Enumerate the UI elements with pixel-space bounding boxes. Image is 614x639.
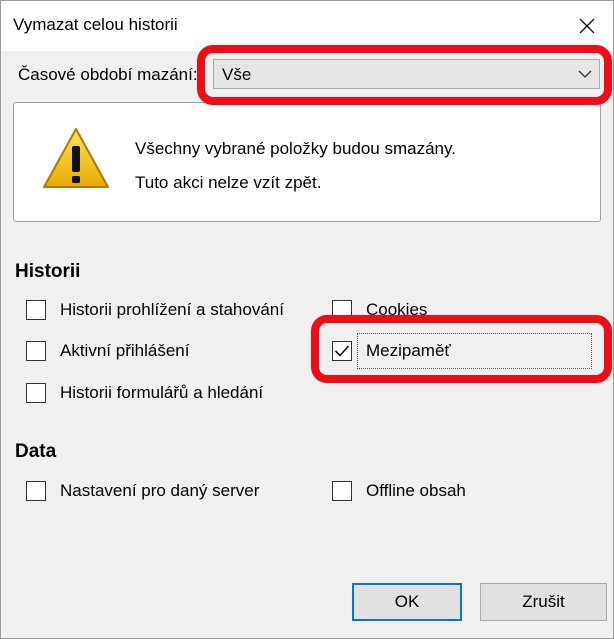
checkbox-box[interactable]	[26, 341, 46, 361]
checkbox-browsing-download-history[interactable]: Historii prohlížení a stahování	[26, 300, 284, 320]
checkbox-active-logins[interactable]: Aktivní přihlášení	[26, 341, 189, 361]
close-button[interactable]	[569, 9, 605, 43]
checkbox-box[interactable]	[332, 300, 352, 320]
data-heading: Data	[15, 441, 57, 462]
clear-history-dialog: Vymazat celou historii Časové období maz…	[0, 0, 614, 639]
warning-panel: Všechny vybrané položky budou smazány. T…	[13, 102, 601, 222]
checkbox-label: Offline obsah	[366, 481, 466, 500]
checkbox-box-checked[interactable]	[332, 341, 352, 361]
cancel-button[interactable]: Zrušit	[480, 583, 607, 621]
checkbox-cookies[interactable]: Cookies	[332, 300, 427, 320]
checkbox-label: Cookies	[366, 300, 428, 319]
close-icon	[579, 18, 595, 34]
checkbox-box[interactable]	[26, 300, 46, 320]
checkbox-label: Aktivní přihlášení	[60, 341, 190, 360]
checkmark-icon	[334, 345, 350, 357]
title-bar: Vymazat celou historii	[1, 1, 613, 51]
checkbox-label: Historii prohlížení a stahování	[60, 300, 284, 319]
checkbox-box[interactable]	[332, 481, 352, 501]
dialog-title: Vymazat celou historii	[13, 15, 178, 34]
checkbox-label: Mezipaměť	[366, 341, 451, 360]
checkbox-box[interactable]	[26, 481, 46, 501]
checkbox-box[interactable]	[26, 383, 46, 403]
checkbox-form-search-history[interactable]: Historii formulářů a hledání	[26, 383, 263, 403]
time-range-value: Vše	[222, 65, 252, 84]
warning-message: Všechny vybrané položky budou smazány.	[135, 139, 456, 158]
checkbox-label: Historii formulářů a hledání	[60, 383, 264, 402]
warning-submessage: Tuto akci nelze vzít zpět.	[135, 173, 322, 192]
cancel-button-label: Zrušit	[522, 592, 565, 611]
checkbox-cache[interactable]: Mezipaměť	[332, 341, 451, 361]
chevron-down-icon	[578, 70, 592, 78]
warning-triangle-icon	[43, 128, 109, 188]
checkbox-label: Nastavení pro daný server	[60, 481, 260, 500]
time-range-label: Časové období mazání:	[18, 65, 198, 84]
ok-button[interactable]: OK	[352, 583, 462, 621]
ok-button-label: OK	[394, 592, 420, 611]
checkbox-site-settings[interactable]: Nastavení pro daný server	[26, 481, 259, 501]
time-range-select[interactable]: Vše	[213, 59, 600, 89]
history-heading: Historii	[15, 261, 81, 282]
checkbox-offline-content[interactable]: Offline obsah	[332, 481, 466, 501]
